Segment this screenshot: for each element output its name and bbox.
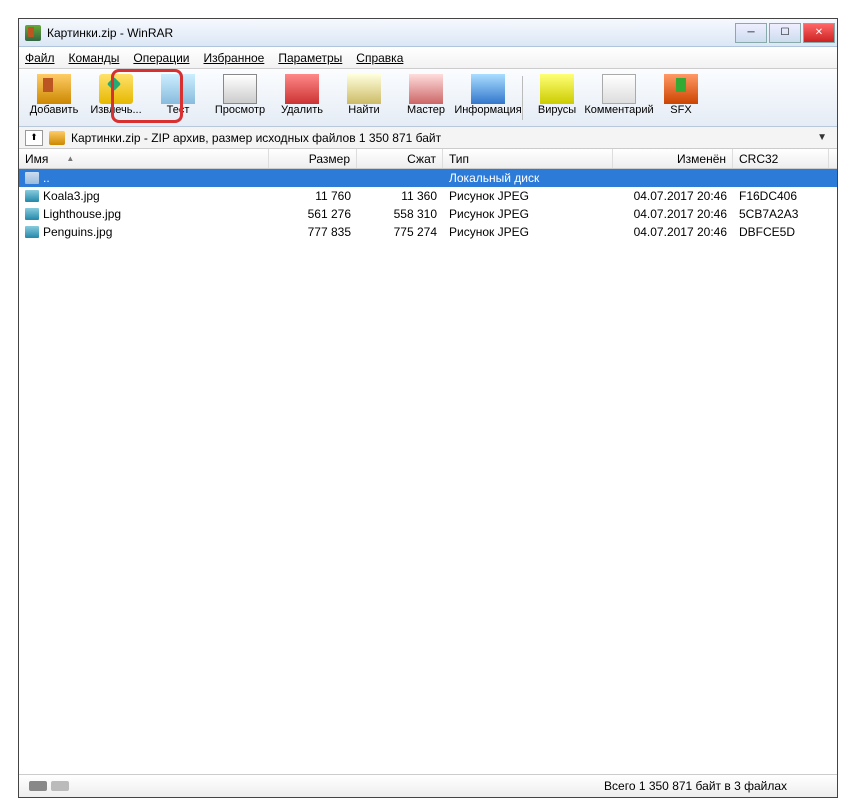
app-icon	[25, 25, 41, 41]
file-row[interactable]: Penguins.jpg 777 835 775 274 Рисунок JPE…	[19, 223, 837, 241]
delete-icon	[285, 74, 319, 104]
minimize-button[interactable]: ─	[735, 23, 767, 43]
parent-row[interactable]: .. Локальный диск	[19, 169, 837, 187]
file-modified: 04.07.2017 20:46	[613, 225, 733, 239]
add-button[interactable]: Добавить	[23, 72, 85, 124]
file-packed: 11 360	[357, 189, 443, 203]
virus-button[interactable]: Вирусы	[526, 72, 588, 124]
file-name: Koala3.jpg	[43, 189, 100, 203]
status-icon	[29, 781, 47, 791]
view-button[interactable]: Просмотр	[209, 72, 271, 124]
col-name[interactable]: Имя▲	[19, 149, 269, 168]
columns-header: Имя▲ Размер Сжат Тип Изменён CRC32	[19, 149, 837, 169]
file-size: 11 760	[269, 189, 357, 203]
col-crc[interactable]: CRC32	[733, 149, 829, 168]
menubar: Файл Команды Операции Избранное Параметр…	[19, 47, 837, 69]
toolbar: Добавить Извлечь... Тест Просмотр Удалит…	[19, 69, 837, 127]
find-button[interactable]: Найти	[333, 72, 395, 124]
status-icon-2	[51, 781, 69, 791]
file-row[interactable]: Lighthouse.jpg 561 276 558 310 Рисунок J…	[19, 205, 837, 223]
wizard-icon	[409, 74, 443, 104]
file-size: 561 276	[269, 207, 357, 221]
menu-operations[interactable]: Операции	[133, 51, 189, 65]
pathbar: ⬆ Картинки.zip - ZIP архив, размер исход…	[19, 127, 837, 149]
sfx-button[interactable]: SFX	[650, 72, 712, 124]
titlebar[interactable]: Картинки.zip - WinRAR ─ ☐ ✕	[19, 19, 837, 47]
comment-icon	[602, 74, 636, 104]
col-modified[interactable]: Изменён	[613, 149, 733, 168]
image-file-icon	[25, 208, 39, 220]
path-text: Картинки.zip - ZIP архив, размер исходны…	[71, 131, 441, 145]
file-crc: 5CB7A2A3	[733, 207, 829, 221]
sfx-icon	[664, 74, 698, 104]
wizard-button[interactable]: Мастер	[395, 72, 457, 124]
file-crc: F16DC406	[733, 189, 829, 203]
file-type: Рисунок JPEG	[443, 189, 613, 203]
file-modified: 04.07.2017 20:46	[613, 207, 733, 221]
extract-icon	[99, 74, 133, 104]
view-icon	[223, 74, 257, 104]
info-button[interactable]: Информация	[457, 72, 519, 124]
file-type: Рисунок JPEG	[443, 225, 613, 239]
file-size: 777 835	[269, 225, 357, 239]
file-packed: 775 274	[357, 225, 443, 239]
info-icon	[471, 74, 505, 104]
menu-file[interactable]: Файл	[25, 51, 55, 65]
col-size[interactable]: Размер	[269, 149, 357, 168]
file-type: Рисунок JPEG	[443, 207, 613, 221]
menu-commands[interactable]: Команды	[69, 51, 120, 65]
menu-options[interactable]: Параметры	[278, 51, 342, 65]
zip-icon	[49, 131, 65, 145]
file-packed: 558 310	[357, 207, 443, 221]
file-name: Penguins.jpg	[43, 225, 112, 239]
up-button[interactable]: ⬆	[25, 130, 43, 146]
menu-help[interactable]: Справка	[356, 51, 403, 65]
file-name: Lighthouse.jpg	[43, 207, 121, 221]
virus-icon	[540, 74, 574, 104]
file-list: Имя▲ Размер Сжат Тип Изменён CRC32 .. Ло…	[19, 149, 837, 775]
maximize-button[interactable]: ☐	[769, 23, 801, 43]
file-modified: 04.07.2017 20:46	[613, 189, 733, 203]
test-icon	[161, 74, 195, 104]
image-file-icon	[25, 190, 39, 202]
close-button[interactable]: ✕	[803, 23, 835, 43]
folder-up-icon	[25, 172, 39, 184]
file-row[interactable]: Koala3.jpg 11 760 11 360 Рисунок JPEG 04…	[19, 187, 837, 205]
menu-favorites[interactable]: Избранное	[204, 51, 265, 65]
winrar-window: Картинки.zip - WinRAR ─ ☐ ✕ Файл Команды…	[18, 18, 838, 798]
status-text: Всего 1 350 871 байт в 3 файлах	[604, 779, 827, 793]
add-icon	[37, 74, 71, 104]
image-file-icon	[25, 226, 39, 238]
file-crc: DBFCE5D	[733, 225, 829, 239]
test-button[interactable]: Тест	[147, 72, 209, 124]
comment-button[interactable]: Комментарий	[588, 72, 650, 124]
col-packed[interactable]: Сжат	[357, 149, 443, 168]
path-dropdown[interactable]: ▼	[817, 132, 831, 143]
extract-button[interactable]: Извлечь...	[85, 72, 147, 124]
statusbar: Всего 1 350 871 байт в 3 файлах	[19, 775, 837, 797]
col-type[interactable]: Тип	[443, 149, 613, 168]
delete-button[interactable]: Удалить	[271, 72, 333, 124]
window-title: Картинки.zip - WinRAR	[47, 26, 173, 40]
find-icon	[347, 74, 381, 104]
sort-arrow-icon: ▲	[66, 154, 74, 163]
